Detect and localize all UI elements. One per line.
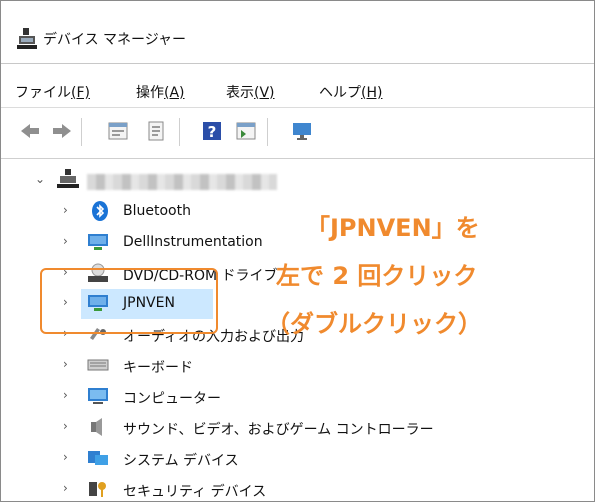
tree-item-label: コンピューター: [123, 391, 221, 407]
bluetooth-icon: [92, 201, 108, 221]
tree-item-label: システム デバイス: [123, 453, 239, 469]
security-key-icon: [89, 482, 106, 497]
tree-item-label: キーボード: [123, 360, 193, 376]
chevron-right-icon[interactable]: ›: [63, 388, 73, 402]
menu-view-label: 表示: [226, 85, 254, 101]
menu-view-key: (V): [254, 85, 275, 101]
jpnven-callout-box: [40, 268, 218, 334]
menu-action-label: 操作: [136, 85, 164, 101]
menu-file-label: ファイル: [15, 85, 71, 101]
tree-root[interactable]: ⌄: [1, 166, 594, 196]
tree-item-sound-video-game[interactable]: › サウンド、ビデオ、およびゲーム コントローラー: [1, 413, 594, 443]
chevron-right-icon[interactable]: ›: [63, 234, 73, 248]
properties-sheet-icon[interactable]: [145, 120, 167, 142]
title-bar: デバイス マネージャー: [1, 1, 594, 63]
tree-item-label: Bluetooth: [123, 203, 191, 219]
computer-root-icon: [57, 169, 79, 188]
toolbar-separator: [267, 118, 268, 146]
forward-icon[interactable]: [51, 120, 73, 142]
computer-icon: [88, 388, 108, 404]
menu-file-key: (F): [71, 85, 90, 101]
tree-item-label: サウンド、ビデオ、およびゲーム コントローラー: [123, 422, 434, 438]
device-manager-icon: [17, 28, 37, 49]
chevron-right-icon[interactable]: ›: [63, 357, 73, 371]
chevron-right-icon[interactable]: ›: [63, 450, 73, 464]
toolbar-separator: [179, 118, 180, 146]
tree-item-label: DellInstrumentation: [123, 234, 263, 250]
annotation-line-3: （ダブルクリック）: [266, 310, 482, 338]
tree-item-security-devices[interactable]: › セキュリティ デバイス: [1, 475, 594, 501]
tree-item-keyboard[interactable]: › キーボード: [1, 351, 594, 381]
menu-action-key: (A): [164, 85, 185, 101]
toolbar: ?: [1, 107, 594, 159]
back-icon[interactable]: [19, 120, 41, 142]
tree-item-system-devices[interactable]: › システム デバイス: [1, 444, 594, 474]
toolbar-separator: [81, 118, 82, 146]
tree-item-label: セキュリティ デバイス: [123, 484, 267, 500]
svg-text:?: ?: [208, 123, 217, 141]
chevron-right-icon[interactable]: ›: [63, 481, 73, 495]
annotation-line-1: 「JPNVEN」を: [306, 214, 480, 242]
menu-file[interactable]: ファイル(F): [15, 82, 90, 102]
chevron-down-icon[interactable]: ⌄: [35, 172, 45, 186]
tree-item-bluetooth[interactable]: › Bluetooth: [1, 197, 594, 227]
menu-help-label: ヘルプ: [319, 85, 361, 101]
show-hidden-icon[interactable]: [235, 120, 257, 142]
window-title: デバイス マネージャー: [43, 32, 187, 48]
chevron-right-icon[interactable]: ›: [63, 203, 73, 217]
chevron-right-icon[interactable]: ›: [63, 419, 73, 433]
annotation-line-2: 左で 2 回クリック: [276, 262, 478, 290]
tree-item-dellinstrumentation[interactable]: › DellInstrumentation: [1, 228, 594, 258]
system-devices-icon: [88, 451, 108, 465]
redacted-computer-name: [87, 174, 277, 190]
keyboard-icon: [87, 359, 109, 371]
help-icon[interactable]: ?: [201, 120, 223, 142]
monitor-scan-icon[interactable]: [291, 120, 313, 142]
monitor-device-icon: [88, 234, 108, 250]
speaker-icon: [91, 418, 102, 436]
properties-panel-icon[interactable]: [107, 120, 129, 142]
menu-help-key: (H): [361, 85, 383, 101]
menu-view[interactable]: 表示(V): [226, 82, 275, 102]
device-manager-window: デバイス マネージャー ファイル(F) 操作(A) 表示(V) ヘルプ(H) ?…: [0, 0, 595, 502]
menu-help[interactable]: ヘルプ(H): [319, 82, 382, 102]
menu-action[interactable]: 操作(A): [136, 82, 185, 102]
menu-bar: ファイル(F) 操作(A) 表示(V) ヘルプ(H): [1, 63, 594, 108]
tree-item-computer[interactable]: › コンピューター: [1, 382, 594, 412]
